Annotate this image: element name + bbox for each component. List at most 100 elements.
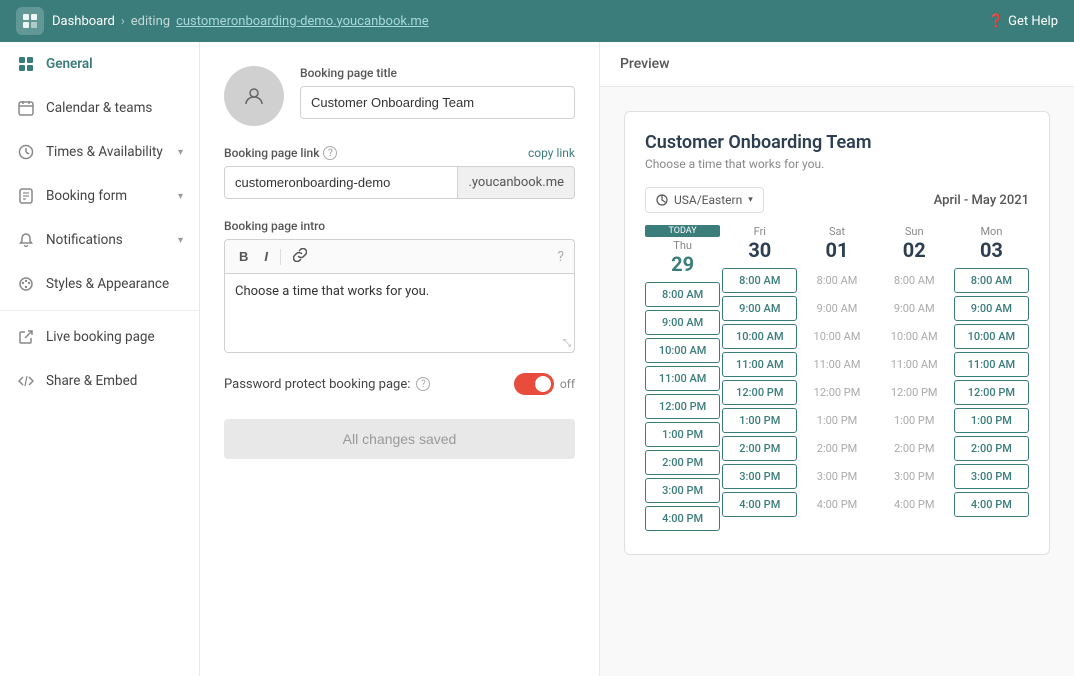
cal-time-slot: 3:00 PM xyxy=(877,464,952,489)
copy-link-button[interactable]: copy link xyxy=(528,146,575,160)
toggle-label: off xyxy=(560,377,575,391)
cal-time-slot[interactable]: 2:00 PM xyxy=(722,436,797,461)
link-button[interactable] xyxy=(289,246,311,267)
calendar-icon xyxy=(16,98,36,118)
cal-time-slot: 12:00 PM xyxy=(877,380,952,405)
cal-time-slot: 4:00 PM xyxy=(877,492,952,517)
help-circle-icon: ❓ xyxy=(988,14,1004,29)
chevron-down-icon: ▾ xyxy=(178,147,183,158)
sidebar-item-general[interactable]: General xyxy=(0,42,199,86)
sidebar-item-label: Share & Embed xyxy=(46,373,137,389)
cal-time-slot[interactable]: 11:00 AM xyxy=(954,352,1029,377)
title-field-group: Booking page title xyxy=(300,66,575,119)
cal-time-slot[interactable]: 8:00 AM xyxy=(954,268,1029,293)
cal-time-slot: 10:00 AM xyxy=(877,324,952,349)
sidebar-item-times[interactable]: Times & Availability ▾ xyxy=(0,130,199,174)
sidebar-item-label: Booking form xyxy=(46,188,127,204)
link-info-icon[interactable]: ? xyxy=(323,146,337,160)
sidebar-item-label: Live booking page xyxy=(46,329,155,345)
help-button[interactable]: ❓ Get Help xyxy=(988,14,1058,29)
cal-time-slot[interactable]: 9:00 AM xyxy=(645,310,720,335)
cal-time-slot[interactable]: 3:00 PM xyxy=(954,464,1029,489)
cal-time-slot[interactable]: 11:00 AM xyxy=(722,352,797,377)
cal-time-slot[interactable]: 8:00 AM xyxy=(722,268,797,293)
sidebar-item-share[interactable]: Share & Embed xyxy=(0,359,199,403)
cal-time-slot[interactable]: 4:00 PM xyxy=(645,506,720,531)
code-icon xyxy=(16,371,36,391)
cal-time-slot[interactable]: 10:00 AM xyxy=(645,338,720,363)
cal-day-header: Sun02 xyxy=(877,225,952,262)
cal-time-slot[interactable]: 12:00 PM xyxy=(645,394,720,419)
cal-time-slot[interactable]: 8:00 AM xyxy=(645,282,720,307)
cal-column: Mon038:00 AM9:00 AM10:00 AM11:00 AM12:00… xyxy=(954,225,1029,534)
cal-time-slot[interactable]: 11:00 AM xyxy=(645,366,720,391)
topbar: Dashboard › editing customeronboarding-d… xyxy=(0,0,1074,42)
intro-text: Choose a time that works for you. xyxy=(235,284,429,299)
italic-button[interactable]: I xyxy=(260,247,272,266)
cal-time-slot[interactable]: 4:00 PM xyxy=(954,492,1029,517)
preview-panel: Preview Customer Onboarding Team Choose … xyxy=(600,42,1074,676)
password-toggle[interactable] xyxy=(514,373,554,395)
cal-column: Sat018:00 AM9:00 AM10:00 AM11:00 AM12:00… xyxy=(799,225,874,534)
cal-time-slot[interactable]: 1:00 PM xyxy=(954,408,1029,433)
sidebar-item-styles[interactable]: Styles & Appearance xyxy=(0,262,199,306)
cal-time-slot: 12:00 PM xyxy=(799,380,874,405)
sidebar-item-calendar-teams[interactable]: Calendar & teams xyxy=(0,86,199,130)
editor-help-icon[interactable]: ? xyxy=(557,249,564,265)
cal-time-slot[interactable]: 3:00 PM xyxy=(645,478,720,503)
cal-day-name: Sun xyxy=(877,225,952,238)
sidebar-item-notifications[interactable]: Notifications ▾ xyxy=(0,218,199,262)
cal-time-slot[interactable]: 1:00 PM xyxy=(645,422,720,447)
cal-time-slot[interactable]: 10:00 AM xyxy=(954,324,1029,349)
toggle-knob xyxy=(535,376,551,392)
save-button[interactable]: All changes saved xyxy=(224,419,575,459)
preview-content: Customer Onboarding Team Choose a time t… xyxy=(600,87,1074,579)
clock-icon xyxy=(16,142,36,162)
title-input[interactable] xyxy=(300,86,575,119)
password-section: Password protect booking page: ? off xyxy=(224,373,575,395)
external-icon xyxy=(16,327,36,347)
palette-icon xyxy=(16,274,36,294)
grid-icon xyxy=(16,54,36,74)
intro-editor[interactable]: Choose a time that works for you. ⤡ xyxy=(224,273,575,353)
sidebar-item-live[interactable]: Live booking page xyxy=(0,315,199,359)
cal-time-slot: 10:00 AM xyxy=(799,324,874,349)
cal-time-slot: 9:00 AM xyxy=(877,296,952,321)
cal-time-slot[interactable]: 3:00 PM xyxy=(722,464,797,489)
cal-time-slot[interactable]: 2:00 PM xyxy=(954,436,1029,461)
breadcrumb-arrow: › xyxy=(121,14,125,29)
link-input[interactable] xyxy=(224,166,458,199)
bold-button[interactable]: B xyxy=(235,247,252,266)
editor-toolbar: B I ? xyxy=(224,239,575,273)
page-link[interactable]: customeronboarding-demo.youcanbook.me xyxy=(176,14,429,29)
resize-handle[interactable]: ⤡ xyxy=(563,338,571,349)
cal-time-slot[interactable]: 12:00 PM xyxy=(954,380,1029,405)
cal-day-number: 01 xyxy=(799,238,874,262)
sidebar-item-booking-form[interactable]: Booking form ▾ xyxy=(0,174,199,218)
password-info-icon[interactable]: ? xyxy=(416,377,430,391)
cal-day-name: Sat xyxy=(799,225,874,238)
cal-day-name: Fri xyxy=(722,225,797,238)
cal-time-slot: 11:00 AM xyxy=(799,352,874,377)
avatar-upload-button[interactable] xyxy=(224,66,284,126)
cal-day-name: Mon xyxy=(954,225,1029,238)
cal-grid: TODAYThu298:00 AM9:00 AM10:00 AM11:00 AM… xyxy=(645,225,1029,534)
cal-time-slot[interactable]: 10:00 AM xyxy=(722,324,797,349)
cal-day-header: Sat01 xyxy=(799,225,874,262)
content-area: Booking page title Booking page link ? c… xyxy=(200,42,1074,676)
timezone-selector[interactable]: USA/Eastern ▾ xyxy=(645,187,764,213)
dashboard-link[interactable]: Dashboard xyxy=(52,14,115,29)
title-section: Booking page title xyxy=(224,66,575,126)
timezone-label: USA/Eastern xyxy=(674,193,742,207)
cal-time-slot[interactable]: 4:00 PM xyxy=(722,492,797,517)
sidebar: General Calendar & teams Times & Availab… xyxy=(0,42,200,676)
cal-time-slot[interactable]: 1:00 PM xyxy=(722,408,797,433)
cal-time-slot[interactable]: 2:00 PM xyxy=(645,450,720,475)
cal-time-slot: 2:00 PM xyxy=(877,436,952,461)
cal-day-header: Fri30 xyxy=(722,225,797,262)
cal-time-slot[interactable]: 9:00 AM xyxy=(954,296,1029,321)
cal-time-slot: 2:00 PM xyxy=(799,436,874,461)
bell-icon xyxy=(16,230,36,250)
cal-time-slot[interactable]: 12:00 PM xyxy=(722,380,797,405)
cal-time-slot[interactable]: 9:00 AM xyxy=(722,296,797,321)
